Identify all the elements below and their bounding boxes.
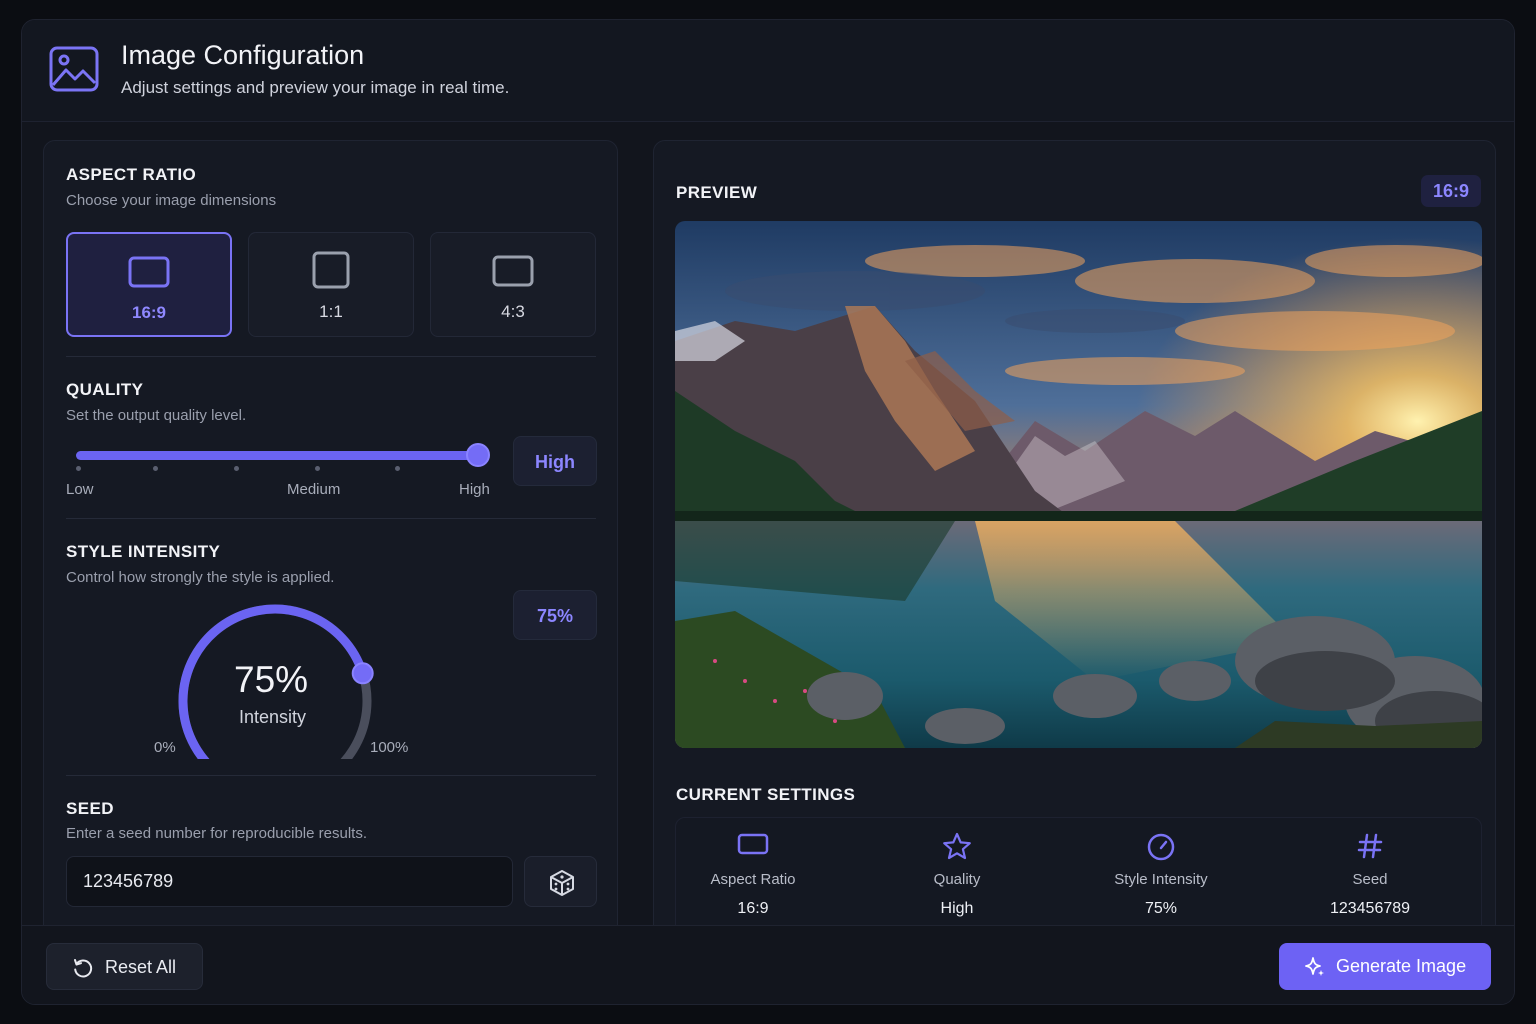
current-setting-name: Seed — [1352, 871, 1388, 888]
current-setting-name: Quality — [933, 871, 981, 888]
current-setting-value: 16:9 — [737, 900, 769, 917]
header: Image Configuration Adjust settings and … — [22, 20, 1514, 122]
aspect-option-4-3[interactable]: 4:3 — [430, 232, 596, 337]
seed-title: SEED — [66, 799, 114, 818]
aspect-option-label: 4:3 — [501, 302, 525, 321]
quality-title: QUALITY — [66, 380, 144, 399]
sparkle-icon — [1305, 957, 1324, 976]
current-setting-value: High — [940, 900, 974, 917]
generate-image-label: Generate Image — [1336, 956, 1467, 976]
gauge-knob[interactable] — [351, 662, 374, 685]
slider-tick — [153, 466, 158, 471]
aspect-1-1-icon — [312, 251, 350, 289]
divider — [66, 775, 596, 776]
preview-image — [675, 221, 1482, 748]
aspect-ratio-title: ASPECT RATIO — [66, 165, 197, 184]
page-title: Image Configuration — [121, 40, 365, 70]
seed-input[interactable] — [66, 856, 513, 907]
randomize-seed-button[interactable] — [524, 856, 597, 907]
reset-icon — [74, 959, 93, 978]
style-intensity-badge: 75% — [513, 590, 597, 640]
footer-bar: Reset All Generate Image — [22, 925, 1514, 1004]
page-subtitle: Adjust settings and preview your image i… — [121, 78, 510, 97]
app-window: Image Configuration Adjust settings and … — [21, 19, 1515, 1005]
quality-slider-thumb[interactable] — [466, 443, 490, 467]
image-icon — [49, 46, 99, 92]
preview-panel: PREVIEW 16:9 CURRENT SETTINGS Aspect Rat… — [653, 140, 1496, 941]
hash-icon — [1357, 833, 1383, 859]
divider — [66, 356, 596, 357]
quality-value-badge: High — [513, 436, 597, 486]
gauge-value: 75% — [234, 659, 309, 700]
current-setting-name: Aspect Ratio — [710, 871, 796, 888]
gauge-max-label: 100% — [370, 739, 409, 756]
seed-subtitle: Enter a seed number for reproducible res… — [66, 825, 367, 842]
quality-medium-label: Medium — [287, 481, 341, 498]
gauge-icon — [1147, 833, 1175, 861]
aspect-16-9-icon — [128, 256, 170, 288]
current-setting-quality: Quality High — [857, 818, 1057, 942]
divider — [66, 518, 596, 519]
aspect-option-label: 1:1 — [319, 302, 343, 321]
current-setting-value: 123456789 — [1329, 900, 1411, 917]
quality-low-label: Low — [66, 481, 94, 498]
current-setting-value: 75% — [1144, 900, 1178, 917]
reset-all-label: Reset All — [105, 957, 177, 977]
slider-tick — [395, 466, 400, 471]
current-settings-title: CURRENT SETTINGS — [676, 785, 856, 804]
reset-all-button[interactable]: Reset All — [46, 943, 203, 990]
slider-tick — [315, 466, 320, 471]
aspect-option-16-9[interactable]: 16:9 — [66, 232, 232, 337]
current-setting-aspect-ratio: Aspect Ratio 16:9 — [653, 818, 853, 942]
slider-tick — [76, 466, 81, 471]
style-intensity-title: STYLE INTENSITY — [66, 542, 221, 561]
aspect-ratio-icon — [737, 833, 769, 855]
quality-subtitle: Set the output quality level. — [66, 407, 247, 424]
dice-icon — [550, 870, 574, 896]
gauge-label: Intensity — [239, 707, 307, 727]
quality-slider-track[interactable] — [76, 451, 486, 460]
current-setting-seed: Seed 123456789 — [1270, 818, 1470, 942]
current-setting-style-intensity: Style Intensity 75% — [1061, 818, 1261, 942]
aspect-option-1-1[interactable]: 1:1 — [248, 232, 414, 337]
preview-title: PREVIEW — [676, 183, 758, 202]
aspect-option-label: 16:9 — [131, 303, 167, 322]
style-intensity-subtitle: Control how strongly the style is applie… — [66, 569, 335, 586]
quality-high-label: High — [459, 481, 490, 498]
landscape-image — [675, 221, 1482, 748]
settings-panel: ASPECT RATIO Choose your image dimension… — [43, 140, 618, 940]
aspect-ratio-subtitle: Choose your image dimensions — [66, 192, 277, 209]
preview-ratio-badge: 16:9 — [1421, 175, 1481, 207]
star-icon — [943, 832, 971, 860]
gauge-min-label: 0% — [154, 739, 176, 756]
current-settings-box: Aspect Ratio 16:9 Quality High Style Int… — [675, 817, 1482, 941]
current-setting-name: Style Intensity — [1114, 871, 1208, 888]
slider-tick — [234, 466, 239, 471]
aspect-4-3-icon — [492, 255, 534, 287]
generate-image-button[interactable]: Generate Image — [1279, 943, 1491, 990]
